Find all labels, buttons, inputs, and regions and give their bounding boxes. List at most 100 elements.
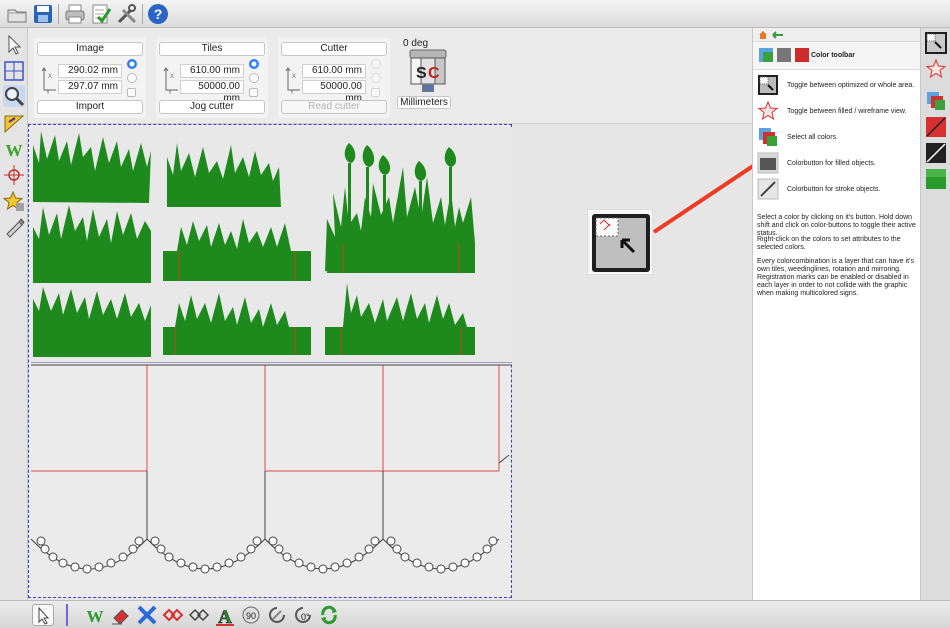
print-icon[interactable] <box>64 3 86 25</box>
tiles-group: Tiles XY 610.00 mm 50000.00 mm Jog cutte… <box>156 38 268 118</box>
help-panel: Color toolbar Toggle between optimized o… <box>752 28 921 600</box>
svg-text:X: X <box>292 74 296 80</box>
nodes-icon[interactable] <box>188 604 210 626</box>
help-paragraph: Select a color by clicking on it's butto… <box>757 214 916 237</box>
help-header: Color toolbar <box>753 42 921 70</box>
weeding-tool-icon[interactable]: W <box>3 138 25 160</box>
help-icon[interactable]: ? <box>147 3 169 25</box>
help-row: Colorbutton for stroke objects. <box>757 178 917 202</box>
registration-mark-icon[interactable] <box>3 164 25 186</box>
svg-text:W: W <box>87 607 104 626</box>
help-title: Color toolbar <box>811 52 855 59</box>
design-canvas[interactable] <box>28 124 752 600</box>
cut-lines <box>30 364 511 574</box>
toggle-area-icon <box>758 75 778 95</box>
open-folder-icon[interactable] <box>6 3 28 25</box>
svg-text:Y: Y <box>290 90 294 94</box>
toolbar-divider <box>66 604 68 626</box>
svg-text:C: C <box>428 65 440 82</box>
image-radio-alt[interactable] <box>127 73 137 83</box>
svg-text:0°: 0° <box>301 612 310 622</box>
import-button[interactable]: Import <box>37 100 143 114</box>
tiles-height-field[interactable]: 50000.00 mm <box>180 80 244 104</box>
svg-text:W: W <box>6 141 23 160</box>
home-nav-icon[interactable] <box>753 28 793 42</box>
toggle-area-callout-icon <box>587 209 653 275</box>
refresh-icon[interactable] <box>318 604 340 626</box>
text-tool-icon[interactable]: A <box>214 604 236 628</box>
svg-text:Y: Y <box>46 90 50 94</box>
image-title-button[interactable]: Image <box>37 42 143 56</box>
toolbar-divider <box>58 4 59 24</box>
sc-logo-icon: S C <box>409 49 447 92</box>
help-nav <box>753 28 921 42</box>
image-group: Image XY 290.02 mm 297.07 mm Import <box>34 38 146 118</box>
cutter-group: Cutter XY 610.00 mm 50000.00 mm Read cut… <box>278 38 390 118</box>
rotate-90-icon[interactable]: 90 <box>240 604 262 626</box>
image-height-field[interactable]: 297.07 mm <box>58 80 122 94</box>
image-radio[interactable] <box>127 59 137 69</box>
tiles-title-button[interactable]: Tiles <box>159 42 265 56</box>
cutter-width-field[interactable]: 610.00 mm <box>302 64 366 78</box>
read-cutter-button[interactable]: Read cutter <box>281 100 387 114</box>
svg-text:S: S <box>416 65 427 82</box>
toggle-area-button-icon[interactable] <box>925 32 947 54</box>
image-width-field[interactable]: 290.02 mm <box>58 64 122 78</box>
black-color-button-icon[interactable] <box>925 142 947 164</box>
tools-icon[interactable] <box>116 3 138 25</box>
help-row: Select all colors. <box>757 126 917 150</box>
cutter-checkbox[interactable] <box>371 88 380 97</box>
weed-icon[interactable]: W <box>84 604 106 626</box>
tiles-radio-alt[interactable] <box>249 73 259 83</box>
red-color-button-icon[interactable] <box>925 116 947 138</box>
select-tool-icon[interactable] <box>32 604 54 626</box>
bottom-toolbar: W A 90 0° <box>0 600 950 628</box>
color-toolbar-icon <box>759 48 809 62</box>
xy-axis-icon: XY <box>163 67 178 94</box>
rotate-free-icon[interactable] <box>266 604 288 626</box>
select-all-colors-icon <box>759 128 777 146</box>
svg-text:90: 90 <box>246 611 256 621</box>
cutter-title-button[interactable]: Cutter <box>281 42 387 56</box>
grid-select-tool-icon[interactable] <box>3 60 25 82</box>
cutter-radio-alt[interactable] <box>371 73 381 83</box>
fill-color-button-icon <box>757 152 779 174</box>
pen-tool-icon[interactable] <box>3 216 25 238</box>
rotate-zero-icon[interactable]: 0° <box>292 604 314 626</box>
stroke-color-button-icon <box>757 178 779 200</box>
help-row: Toggle between optimized or whole area. <box>757 74 917 98</box>
tiles-width-field[interactable]: 610.00 mm <box>180 64 244 78</box>
cutter-radio[interactable] <box>371 59 381 69</box>
green-color-button-icon[interactable] <box>925 168 947 190</box>
help-row: Colorbutton for filled objects. <box>757 152 917 176</box>
xy-axis-icon: XY <box>41 67 56 94</box>
grass-artwork <box>33 131 475 357</box>
svg-text:A: A <box>218 607 232 626</box>
xy-axis-icon: XY <box>285 67 300 94</box>
nodes-red-icon[interactable] <box>162 604 184 626</box>
star-shape-tool-icon[interactable] <box>2 190 25 212</box>
cutter-length-field[interactable]: 50000.00 mm <box>302 80 366 104</box>
delete-icon[interactable] <box>136 604 158 626</box>
image-lock-checkbox[interactable] <box>127 88 136 97</box>
tiles-radio[interactable] <box>249 59 259 69</box>
help-paragraph: Every colorcombination is a layer that c… <box>757 258 914 297</box>
ruler-tool-icon[interactable] <box>3 112 25 134</box>
zoom-tool-icon[interactable] <box>3 85 25 107</box>
select-all-colors-button-icon[interactable] <box>925 90 947 112</box>
svg-text:X: X <box>170 74 174 80</box>
help-paragraph: Right-click on the colors to set attribu… <box>757 236 901 251</box>
tiles-checkbox[interactable] <box>249 88 258 97</box>
save-icon[interactable] <box>32 3 54 25</box>
wireframe-star-icon <box>757 100 779 121</box>
main-toolbar: ? <box>0 0 950 28</box>
eraser-icon[interactable] <box>110 604 132 626</box>
graphics-area <box>31 127 512 363</box>
checklist-icon[interactable] <box>90 3 112 25</box>
jog-cutter-button[interactable]: Jog cutter <box>159 100 265 114</box>
color-toolbar <box>920 28 950 600</box>
left-toolbox: W <box>0 28 28 600</box>
pointer-tool-icon[interactable] <box>3 34 25 56</box>
wireframe-toggle-icon[interactable] <box>925 58 947 80</box>
units-button[interactable]: Millimeters <box>397 96 451 109</box>
